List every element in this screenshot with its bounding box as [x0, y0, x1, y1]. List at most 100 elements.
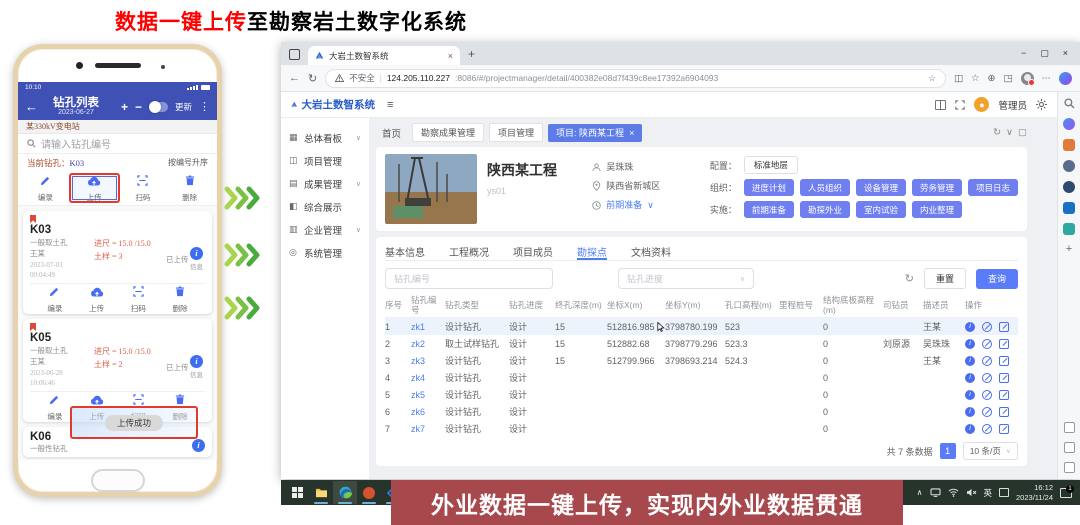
table-row[interactable]: 3zk3设计钻孔设计15512799.9663798693.214524.30王…: [385, 352, 1018, 369]
detail-tab-2[interactable]: 工程概况: [449, 241, 489, 260]
display-icon[interactable]: [930, 488, 941, 497]
row-disable-icon[interactable]: [982, 373, 992, 383]
tab-home[interactable]: 首页: [376, 126, 407, 140]
impl-button-前期准备[interactable]: 前期准备: [744, 201, 794, 218]
split-screen-icon[interactable]: ◫: [954, 73, 963, 84]
row-edit-icon[interactable]: [999, 339, 1009, 349]
refresh-button[interactable]: 更新: [175, 101, 192, 113]
user-avatar[interactable]: ●: [974, 97, 989, 112]
maximize-button[interactable]: ▢: [1040, 48, 1049, 59]
table-row[interactable]: 6zk6设计钻孔设计0i: [385, 403, 1018, 420]
user-name[interactable]: 管理员: [998, 98, 1027, 112]
gear-icon[interactable]: [1036, 99, 1047, 110]
row-edit-icon[interactable]: [999, 407, 1009, 417]
hole-link[interactable]: zk2: [411, 339, 445, 349]
wifi-icon[interactable]: [948, 488, 959, 497]
org-button-进度计划[interactable]: 进度计划: [744, 179, 794, 196]
sidebar-teal-app-icon[interactable]: [1063, 223, 1075, 235]
row-info-icon[interactable]: i: [965, 356, 975, 366]
tab-close-icon[interactable]: ×: [629, 128, 634, 138]
phone-action-upload[interactable]: 上传: [76, 286, 118, 312]
table-row[interactable]: 2zk2取土试样钻孔设计15512882.683798779.296523.30…: [385, 335, 1018, 352]
minimize-button[interactable]: −: [1021, 48, 1026, 59]
reload-icon[interactable]: ↻: [308, 72, 317, 85]
info-icon[interactable]: i: [192, 439, 205, 452]
back-icon[interactable]: ←: [289, 72, 300, 84]
phone-action-record[interactable]: 编录: [22, 173, 69, 203]
row-disable-icon[interactable]: [982, 356, 992, 366]
profile-avatar[interactable]: [1021, 72, 1034, 85]
info-icon[interactable]: i: [190, 247, 203, 260]
org-button-劳务管理[interactable]: 劳务管理: [912, 179, 962, 196]
row-edit-icon[interactable]: [999, 356, 1009, 366]
page-size-select[interactable]: 10 条/页∨: [963, 442, 1018, 460]
org-button-设备管理[interactable]: 设备管理: [856, 179, 906, 196]
collections-icon[interactable]: ⊕: [988, 73, 996, 84]
reading-panel-icon[interactable]: [1064, 442, 1075, 453]
url-field[interactable]: 不安全 | 124.205.110.227:8086/#/projectmana…: [325, 69, 946, 88]
workspace-icon[interactable]: [289, 49, 300, 60]
toggle-switch[interactable]: [149, 102, 168, 112]
input-language[interactable]: 英: [984, 487, 993, 499]
bookmark-star-icon[interactable]: ☆: [928, 73, 936, 84]
notification-center-icon[interactable]: [1060, 488, 1072, 498]
row-edit-icon[interactable]: [999, 322, 1009, 332]
tab-active-project[interactable]: 项目: 陕西某工程×: [548, 124, 642, 142]
row-disable-icon[interactable]: [982, 390, 992, 400]
refresh-table-icon[interactable]: ↻: [905, 272, 914, 285]
table-row[interactable]: 7zk7设计钻孔设计0i: [385, 420, 1018, 437]
content-tab[interactable]: 项目管理: [489, 123, 543, 142]
detail-tab-4[interactable]: 勘探点: [577, 241, 607, 260]
row-info-icon[interactable]: i: [965, 322, 975, 332]
sidebar-item-system[interactable]: ◎系统管理: [281, 241, 369, 264]
sidebar-item-project[interactable]: ◫项目管理: [281, 149, 369, 172]
layout-icon[interactable]: [935, 100, 946, 110]
open-external-icon[interactable]: [1064, 462, 1075, 473]
hole-number-input[interactable]: 钻孔编号: [385, 268, 553, 289]
phone-action-delete[interactable]: 删除: [159, 286, 201, 312]
row-edit-icon[interactable]: [999, 373, 1009, 383]
sidebar-games-icon[interactable]: [1063, 181, 1075, 193]
sidebar-item-enterprise[interactable]: ▥企业管理∨: [281, 218, 369, 241]
table-row[interactable]: 1zk1设计钻孔设计15512816.9853798780.1995230王某i: [385, 318, 1018, 335]
row-info-icon[interactable]: i: [965, 339, 975, 349]
zoom-in-button[interactable]: +: [121, 100, 128, 114]
collapse-menu-icon[interactable]: ≡: [387, 99, 393, 111]
hole-link[interactable]: zk7: [411, 424, 445, 434]
sidebar-contact-icon[interactable]: [1063, 160, 1075, 172]
fullscreen-icon[interactable]: [955, 100, 965, 110]
row-info-icon[interactable]: i: [965, 407, 975, 417]
close-button[interactable]: ×: [1063, 48, 1068, 59]
row-disable-icon[interactable]: [982, 407, 992, 417]
sidebar-item-results[interactable]: ▤成果管理∨: [281, 172, 369, 195]
ime-keyboard-icon[interactable]: [999, 488, 1009, 497]
tray-expand-icon[interactable]: ∧: [917, 488, 923, 497]
extensions-icon[interactable]: ◳: [1004, 73, 1013, 84]
sidebar-item-dashboard[interactable]: ▦总体看板∨: [281, 126, 369, 149]
hole-progress-select[interactable]: 钻孔进度∨: [618, 268, 754, 289]
row-info-icon[interactable]: i: [965, 390, 975, 400]
sidebar-item-display[interactable]: ◧综合展示: [281, 195, 369, 218]
tabs-dropdown-icon[interactable]: ∨: [1006, 127, 1013, 138]
copilot-icon[interactable]: [1059, 72, 1072, 85]
sidebar-add-icon[interactable]: +: [1066, 244, 1072, 254]
start-button[interactable]: [285, 481, 309, 504]
row-edit-icon[interactable]: [999, 390, 1009, 400]
detail-tab-3[interactable]: 项目成员: [513, 241, 553, 260]
sidebar-search-icon[interactable]: [1064, 98, 1075, 109]
content-tab[interactable]: 勘察成果管理: [412, 123, 484, 142]
impl-button-内业整理[interactable]: 内业整理: [912, 201, 962, 218]
volume-muted-icon[interactable]: [966, 488, 977, 497]
sidebar-tools-icon[interactable]: [1063, 139, 1075, 151]
page-number-button[interactable]: 1: [940, 443, 956, 459]
hole-link[interactable]: zk4: [411, 373, 445, 383]
hole-link[interactable]: zk6: [411, 407, 445, 417]
powerpoint-icon[interactable]: [357, 481, 381, 504]
refresh-tabs-icon[interactable]: ↻: [993, 127, 1001, 138]
hole-link[interactable]: zk3: [411, 356, 445, 366]
search-bar[interactable]: 请输入钻孔编号: [18, 134, 217, 154]
favorites-icon[interactable]: ☆: [971, 73, 980, 84]
project-stage[interactable]: 前期准备: [606, 196, 642, 215]
org-button-项目日志[interactable]: 项目日志: [968, 179, 1018, 196]
sidebar-outlook-icon[interactable]: [1063, 202, 1075, 214]
